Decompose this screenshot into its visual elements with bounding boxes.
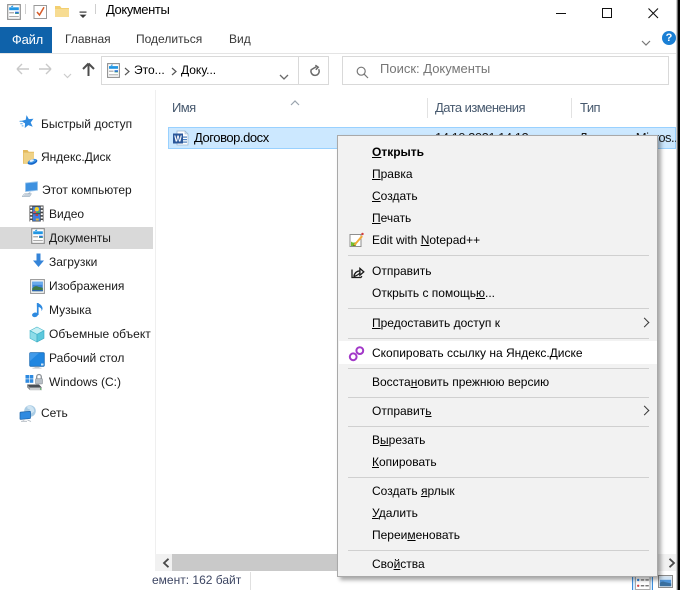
svg-text:W: W bbox=[174, 135, 182, 144]
